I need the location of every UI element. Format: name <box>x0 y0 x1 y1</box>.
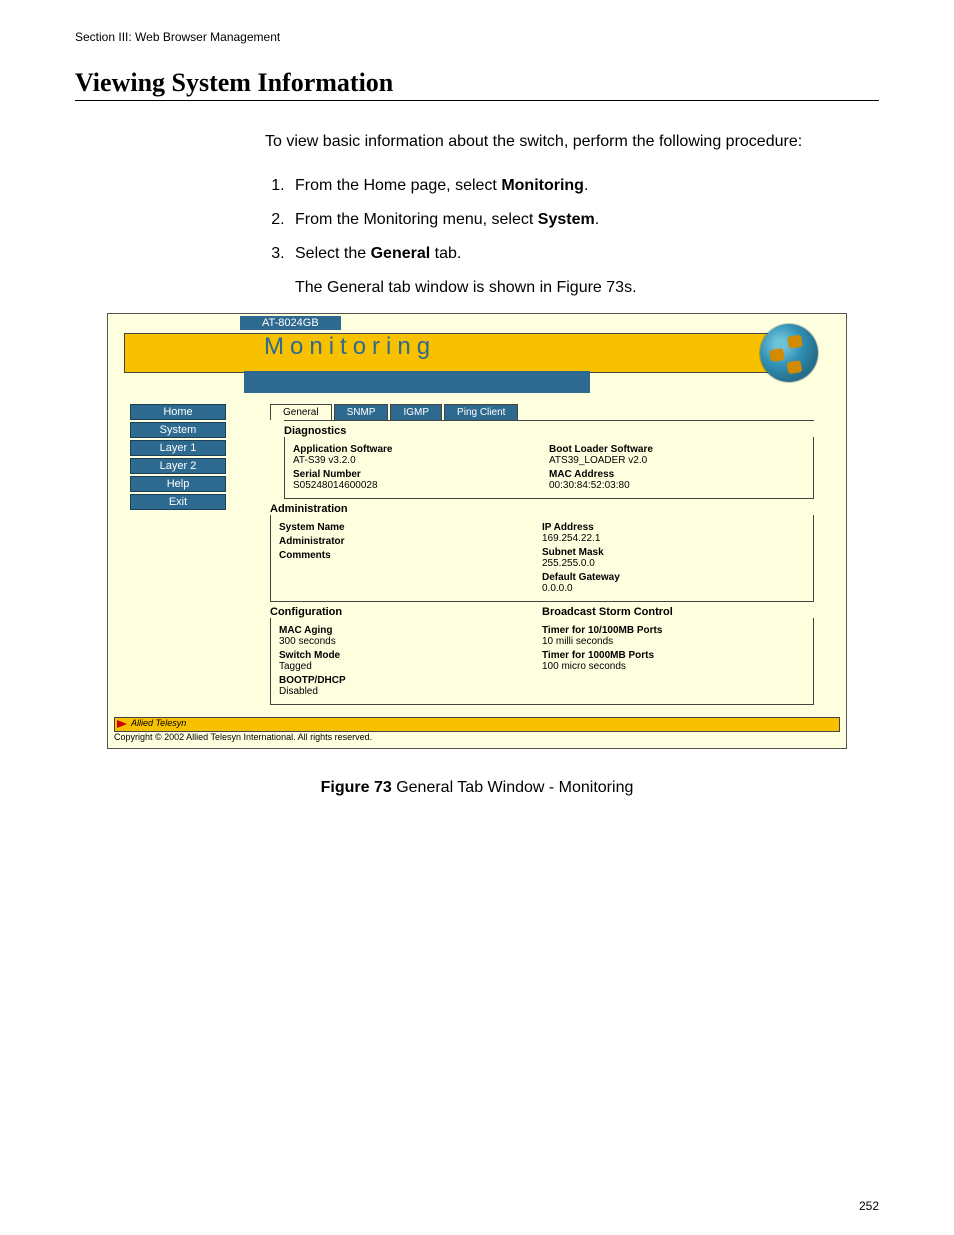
brand-logo: Allied Telesyn <box>117 718 192 728</box>
serial-number-label: Serial Number <box>293 469 543 480</box>
default-gateway-value: 0.0.0.0 <box>542 583 799 594</box>
administrator-label: Administrator <box>279 536 536 547</box>
mac-aging-label: MAC Aging <box>279 625 536 636</box>
timer-1000-label: Timer for 1000MB Ports <box>542 650 799 661</box>
ip-address-value: 169.254.22.1 <box>542 533 799 544</box>
intro-paragraph: To view basic information about the swit… <box>265 131 879 153</box>
nav-system[interactable]: System <box>130 422 226 438</box>
nav-help[interactable]: Help <box>130 476 226 492</box>
default-gateway-label: Default Gateway <box>542 572 799 583</box>
mac-address-label: MAC Address <box>549 469 799 480</box>
step-1: From the Home page, select Monitoring. <box>289 177 879 195</box>
banner-title: Monitoring <box>264 333 436 361</box>
timer-1000-value: 100 micro seconds <box>542 661 799 672</box>
copyright-text: Copyright © 2002 Allied Telesyn Internat… <box>114 732 840 742</box>
tab-igmp[interactable]: IGMP <box>390 404 442 420</box>
subnet-mask-label: Subnet Mask <box>542 547 799 558</box>
mac-address-value: 00:30:84:52:03:80 <box>549 480 799 491</box>
switch-mode-value: Tagged <box>279 661 536 672</box>
subnet-mask-value: 255.255.0.0 <box>542 558 799 569</box>
timer-10-100-label: Timer for 10/100MB Ports <box>542 625 799 636</box>
procedure-steps: From the Home page, select Monitoring. F… <box>265 177 879 297</box>
broadcast-storm-title: Broadcast Storm Control <box>542 606 814 618</box>
diagnostics-title: Diagnostics <box>284 420 814 437</box>
bootp-dhcp-label: BOOTP/DHCP <box>279 675 536 686</box>
globe-icon <box>760 324 818 382</box>
boot-loader-label: Boot Loader Software <box>549 444 799 455</box>
tab-general[interactable]: General <box>270 404 332 420</box>
timer-10-100-value: 10 milli seconds <box>542 636 799 647</box>
figure-caption: Figure 73 General Tab Window - Monitorin… <box>75 779 879 797</box>
page-title: Viewing System Information <box>75 68 879 101</box>
comments-label: Comments <box>279 550 536 561</box>
device-model-label: AT-8024GB <box>240 316 341 330</box>
nav-home[interactable]: Home <box>130 404 226 420</box>
step-3: Select the General tab. The General tab … <box>289 245 879 297</box>
ip-address-label: IP Address <box>542 522 799 533</box>
figure-73-screenshot: AT-8024GB Monitoring Home System Layer 1… <box>107 313 847 749</box>
tab-ping-client[interactable]: Ping Client <box>444 404 518 420</box>
page-number: 252 <box>859 1199 879 1213</box>
nav-layer1[interactable]: Layer 1 <box>130 440 226 456</box>
app-software-value: AT-S39 v3.2.0 <box>293 455 543 466</box>
nav-exit[interactable]: Exit <box>130 494 226 510</box>
section-header: Section III: Web Browser Management <box>75 30 879 44</box>
mac-aging-value: 300 seconds <box>279 636 536 647</box>
tab-snmp[interactable]: SNMP <box>334 404 389 420</box>
step-2: From the Monitoring menu, select System. <box>289 211 879 229</box>
app-software-label: Application Software <box>293 444 543 455</box>
sidebar-nav: Home System Layer 1 Layer 2 Help Exit <box>110 398 240 705</box>
nav-layer2[interactable]: Layer 2 <box>130 458 226 474</box>
switch-mode-label: Switch Mode <box>279 650 536 661</box>
system-name-label: System Name <box>279 522 536 533</box>
configuration-title: Configuration <box>270 606 542 618</box>
bootp-dhcp-value: Disabled <box>279 686 536 697</box>
serial-number-value: S05248014600028 <box>293 480 543 491</box>
step-3-note: The General tab window is shown in Figur… <box>295 279 879 297</box>
administration-title: Administration <box>270 499 814 515</box>
boot-loader-value: ATS39_LOADER v2.0 <box>549 455 799 466</box>
